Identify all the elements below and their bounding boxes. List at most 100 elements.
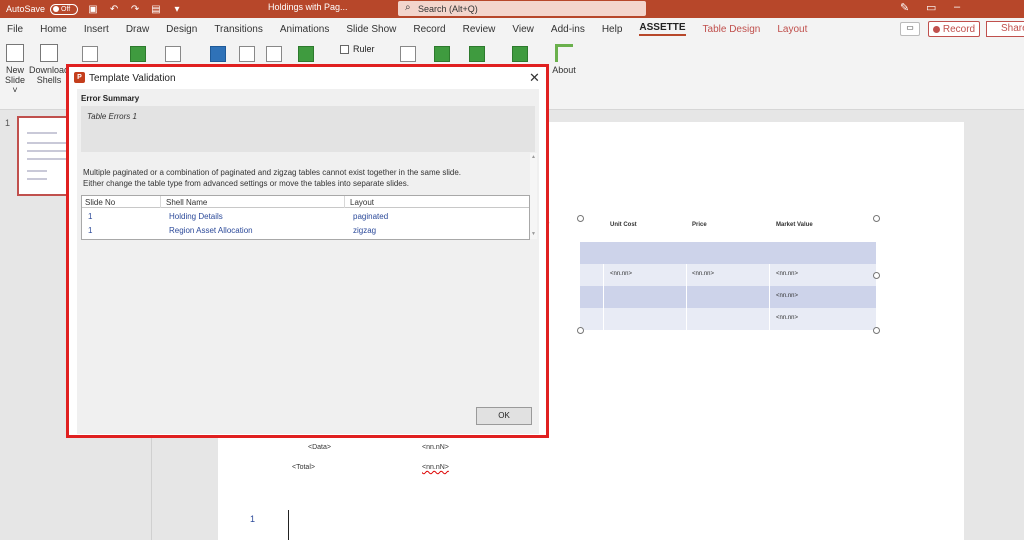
ruler-checkbox[interactable]: Ruler [340, 44, 375, 54]
about-button[interactable]: About [551, 44, 577, 75]
powerpoint-icon: P [74, 72, 85, 83]
page-number: 1 [250, 514, 256, 524]
about-icon [555, 44, 573, 62]
grid-cell-slide-no[interactable]: 1 [88, 212, 92, 221]
table-cell: <nn.nn> [776, 293, 799, 299]
tab-record[interactable]: Record [413, 24, 445, 35]
new-slide-button[interactable]: New Slide ˅ [3, 44, 27, 95]
ok-button[interactable]: OK [476, 407, 532, 425]
dialog-title-bar[interactable]: P Template Validation [69, 67, 546, 89]
template-validation-dialog: P Template Validation ✕ Error Summary Ta… [66, 64, 549, 438]
resize-handle[interactable] [577, 215, 584, 222]
table-errors-count: Table Errors 1 [87, 112, 137, 121]
dialog-title: Template Validation [89, 72, 176, 84]
tab-add-ins[interactable]: Add-ins [551, 24, 585, 35]
grid-cell-layout[interactable]: zigzag [353, 226, 376, 235]
title-bar: AutoSave Off ▣ ↶ ↷ ▤ ▾ Holdings with Pag… [0, 0, 1024, 18]
download-label-1: Download [29, 65, 70, 75]
document-icon[interactable] [434, 46, 450, 62]
resize-handle[interactable] [873, 215, 880, 222]
grid-cell-shell-name[interactable]: Holding Details [169, 212, 223, 221]
new-slide-icon [6, 44, 24, 62]
settings-icon[interactable] [400, 46, 416, 62]
chat-icon[interactable] [512, 46, 528, 62]
pen-icon[interactable]: ✎ [900, 1, 909, 14]
header-divider [344, 196, 345, 208]
column-header-price: Price [692, 222, 707, 228]
autosave-toggle[interactable]: Off [50, 3, 79, 15]
error-summary-box: Table Errors 1 [81, 106, 535, 152]
grid-header-slide-no[interactable]: Slide No [85, 198, 115, 207]
toggle-knob [53, 6, 60, 12]
tab-help[interactable]: Help [602, 24, 623, 35]
resize-handle[interactable] [873, 327, 880, 334]
upload-icon[interactable] [210, 46, 226, 62]
dialog-body: Error Summary Table Errors 1 Multiple pa… [77, 89, 539, 434]
redo-icon[interactable]: ↷ [129, 3, 141, 15]
present-icon[interactable]: ▤ [150, 3, 162, 15]
share-button[interactable]: Share [986, 21, 1024, 37]
grid-header-shell-name[interactable]: Shell Name [166, 198, 207, 207]
error-message-line-1: Multiple paginated or a combination of p… [83, 168, 462, 177]
undo-icon[interactable]: ↶ [108, 3, 120, 15]
tab-design[interactable]: Design [166, 24, 197, 35]
grid-cell-shell-name[interactable]: Region Asset Allocation [169, 226, 253, 235]
search-icon: ⌕ [405, 2, 411, 13]
validate-icon[interactable] [130, 46, 146, 62]
close-icon[interactable]: ✕ [529, 70, 540, 86]
export-icon[interactable] [298, 46, 314, 62]
scroll-up-icon[interactable]: ▲ [531, 154, 536, 160]
list-icon[interactable] [82, 46, 98, 62]
tab-file[interactable]: File [7, 24, 23, 35]
comments-button[interactable]: ▭ [900, 22, 920, 36]
footer-total-value: <nn.nN> [422, 464, 449, 471]
table-row: <nn.nn> [580, 286, 876, 308]
search-placeholder: Search (Alt+Q) [418, 3, 478, 14]
column-divider [686, 264, 687, 330]
save-icon[interactable]: ▣ [87, 3, 99, 15]
tab-draw[interactable]: Draw [126, 24, 149, 35]
minimize-icon[interactable]: – [954, 1, 960, 13]
ribbon-display-icon[interactable]: ▭ [926, 1, 936, 14]
grid-header-layout[interactable]: Layout [350, 198, 374, 207]
table-cell: <nn.nn> [776, 271, 799, 277]
tab-assette[interactable]: ASSETTE [639, 22, 686, 36]
tab-layout[interactable]: Layout [777, 24, 807, 35]
tab-insert[interactable]: Insert [84, 24, 109, 35]
footer-total-label: <Total> [292, 464, 315, 471]
download-shells-button[interactable]: Download Shells [29, 44, 69, 85]
grid-cell-layout[interactable]: paginated [353, 212, 388, 221]
tab-home[interactable]: Home [40, 24, 67, 35]
tab-slide-show[interactable]: Slide Show [346, 24, 396, 35]
grid-header: Slide No Shell Name Layout [82, 196, 529, 208]
column-header-unit-cost: Unit Cost [610, 222, 637, 228]
thumb-line [27, 132, 57, 134]
tab-view[interactable]: View [512, 24, 534, 35]
save-template-icon[interactable] [239, 46, 255, 62]
record-dot-icon [932, 25, 940, 33]
column-divider [603, 264, 604, 330]
arrow-right-icon[interactable] [469, 46, 485, 62]
autosave-state: Off [61, 5, 71, 13]
grid-cell-slide-no[interactable]: 1 [88, 226, 92, 235]
error-grid: Slide No Shell Name Layout 1 Holding Det… [81, 195, 530, 240]
new-slide-label-2: Slide ˅ [4, 75, 25, 95]
customize-toolbar-icon[interactable]: ▾ [171, 3, 183, 15]
footer-data-label: <Data> [308, 444, 331, 451]
preview-icon[interactable] [165, 46, 181, 62]
tab-review[interactable]: Review [463, 24, 496, 35]
autosave-label: AutoSave [6, 4, 46, 14]
tab-transitions[interactable]: Transitions [214, 24, 263, 35]
save-all-icon[interactable] [266, 46, 282, 62]
resize-handle[interactable] [577, 327, 584, 334]
scroll-down-icon[interactable]: ▼ [531, 231, 536, 237]
footer-data-value: <nn.nN> [422, 444, 449, 451]
record-button[interactable]: Record [928, 21, 980, 37]
vertical-scrollbar[interactable]: ▲ ▼ [530, 153, 537, 239]
error-message-line-2: Either change the table type from advanc… [83, 179, 409, 188]
new-slide-label-1: New [5, 65, 24, 75]
tab-animations[interactable]: Animations [280, 24, 329, 35]
search-input[interactable]: ⌕ Search (Alt+Q) [398, 1, 646, 16]
tab-table-design[interactable]: Table Design [703, 24, 761, 35]
resize-handle[interactable] [873, 272, 880, 279]
